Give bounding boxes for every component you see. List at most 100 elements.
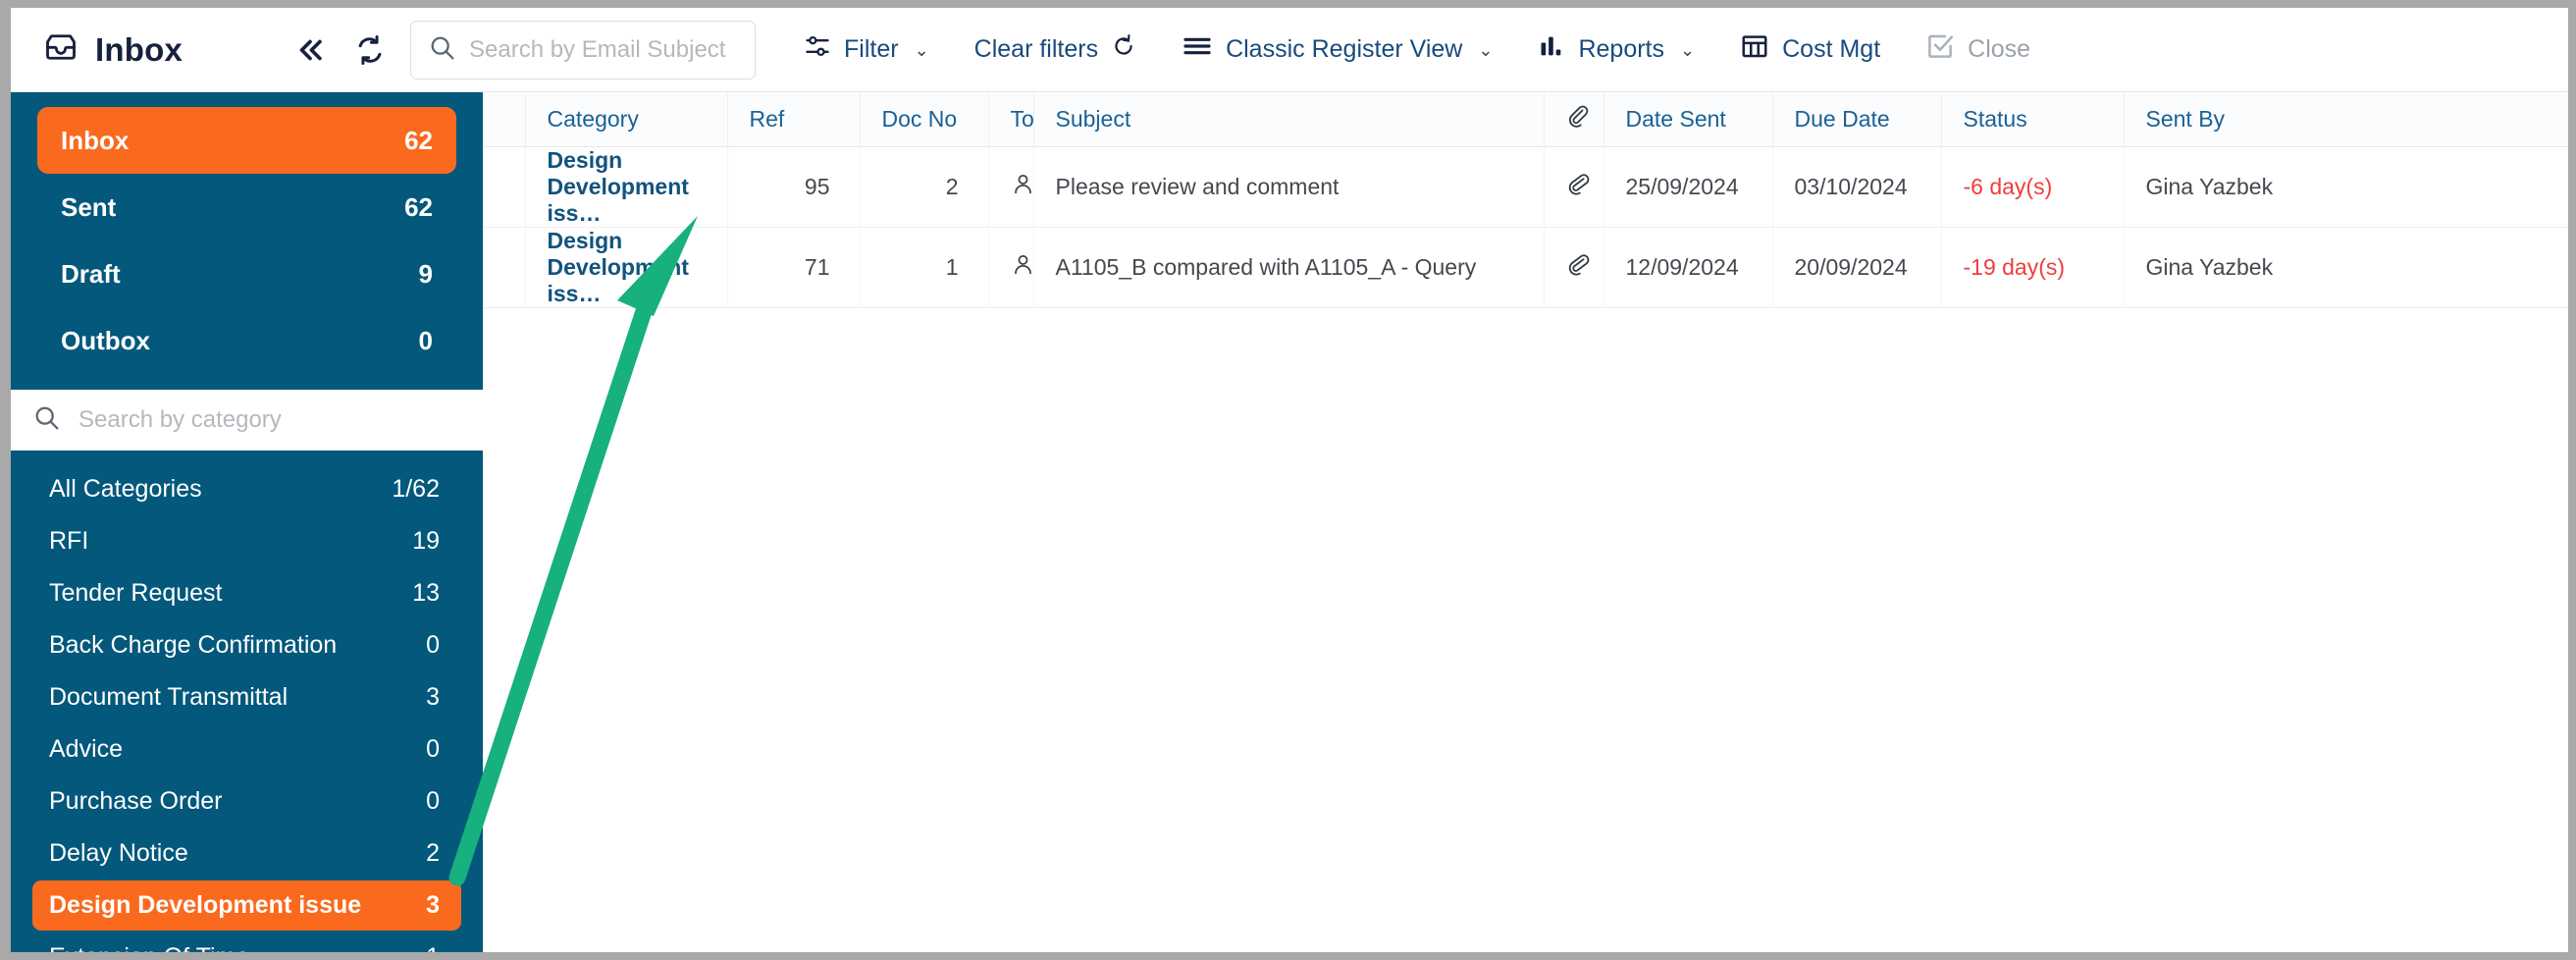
column-header-category[interactable]: Category xyxy=(525,92,728,147)
column-header-ref[interactable]: Ref xyxy=(727,92,861,147)
reports-label: Reports xyxy=(1578,35,1665,63)
search-icon xyxy=(428,33,456,67)
sidebar-folder-draft[interactable]: Draft 9 xyxy=(37,240,456,307)
sidebar-category-extension-of-time[interactable]: Extension Of Time 1 xyxy=(32,933,461,952)
chevron-down-icon: ⌄ xyxy=(1478,39,1494,60)
column-header-status[interactable]: Status xyxy=(1941,92,2125,147)
row-spacer xyxy=(484,146,526,227)
category-count: 0 xyxy=(426,735,440,763)
email-subject-search[interactable] xyxy=(410,20,756,80)
reset-circular-arrow-icon xyxy=(1111,33,1136,66)
sidebar-category-advice[interactable]: Advice 0 xyxy=(32,724,461,774)
column-header-due-date[interactable]: Due Date xyxy=(1772,92,1942,147)
sidebar-category-design-development-issue[interactable]: Design Development issue 3 xyxy=(32,880,461,931)
column-header-to[interactable]: To xyxy=(988,92,1034,147)
category-search[interactable] xyxy=(11,390,483,451)
paperclip-icon xyxy=(1564,250,1592,283)
chevron-down-icon: ⌄ xyxy=(914,39,929,60)
close-button[interactable]: Close xyxy=(1903,8,2053,91)
classic-register-view-button[interactable]: Classic Register View ⌄ xyxy=(1159,8,1515,91)
category-label: All Categories xyxy=(49,475,202,503)
category-label: Extension Of Time xyxy=(49,943,249,952)
cell-to xyxy=(988,227,1035,307)
refresh-icon[interactable] xyxy=(353,33,387,67)
reports-button[interactable]: Reports ⌄ xyxy=(1515,8,1717,91)
cell-attachment[interactable] xyxy=(1544,146,1604,227)
category-list: All Categories 1/62 RFI 19 Tender Reques… xyxy=(11,451,483,952)
search-input[interactable] xyxy=(469,35,734,64)
sidebar-category-rfi[interactable]: RFI 19 xyxy=(32,516,461,566)
hamburger-lines-icon xyxy=(1182,30,1213,69)
category-count: 13 xyxy=(412,579,440,607)
category-search-input[interactable] xyxy=(79,405,402,434)
checkbox-check-icon xyxy=(1925,31,1955,68)
column-header-subject[interactable]: Subject xyxy=(1033,92,1545,147)
table-header-row: Category Ref Doc No To Subject Date Sent… xyxy=(484,92,2568,147)
column-header-spacer xyxy=(484,92,526,147)
cell-due-date: 03/10/2024 xyxy=(1772,146,1942,227)
category-count: 3 xyxy=(426,891,440,919)
top-toolbar: Inbox Search by Email Subject Filter ⌄ C… xyxy=(11,8,2568,92)
row-spacer xyxy=(484,227,526,307)
folder-label: Outbox xyxy=(61,325,150,355)
inbox-icon xyxy=(43,29,79,70)
folder-list: Inbox 62 Sent 62 Draft 9 Outbox 0 xyxy=(11,92,483,390)
category-label: RFI xyxy=(49,527,89,555)
sidebar-category-back-charge-confirmation[interactable]: Back Charge Confirmation 0 xyxy=(32,620,461,670)
cell-doc-no: 1 xyxy=(860,227,989,307)
sidebar: Inbox 62 Sent 62 Draft 9 Outbox 0 Search… xyxy=(11,92,483,952)
sidebar-category-all-categories[interactable]: All Categories 1/62 xyxy=(32,464,461,514)
email-register-table: Category Ref Doc No To Subject Date Sent… xyxy=(484,92,2568,952)
page-title: Inbox xyxy=(95,30,183,68)
clear-filters-button[interactable]: Clear filters xyxy=(952,8,1159,91)
cell-ref: 71 xyxy=(727,227,861,307)
cell-subject: Please review and comment xyxy=(1033,146,1545,227)
sidebar-category-document-transmittal[interactable]: Document Transmittal 3 xyxy=(32,672,461,722)
cost-mgt-button[interactable]: Cost Mgt xyxy=(1717,8,1903,91)
cell-date-sent: 25/09/2024 xyxy=(1603,146,1773,227)
filter-button[interactable]: Filter ⌄ xyxy=(781,8,952,91)
cell-doc-no: 2 xyxy=(860,146,989,227)
close-label: Close xyxy=(1968,35,2031,63)
table-row[interactable]: Design Development iss… 95 2 Please revi… xyxy=(484,146,2568,227)
folder-label: Sent xyxy=(61,191,117,222)
cell-status: -6 day(s) xyxy=(1941,146,2125,227)
sidebar-category-delay-notice[interactable]: Delay Notice 2 xyxy=(32,828,461,879)
search-icon xyxy=(32,403,61,437)
category-label: Advice xyxy=(49,735,124,763)
category-count: 0 xyxy=(426,631,440,659)
sidebar-category-tender-request[interactable]: Tender Request 13 xyxy=(32,568,461,618)
table-header: Category Ref Doc No To Subject Date Sent… xyxy=(484,92,2568,147)
paperclip-icon xyxy=(1566,105,1590,133)
column-header-date-sent[interactable]: Date Sent xyxy=(1603,92,1773,147)
cell-sent-by: Gina Yazbek xyxy=(2124,227,2568,307)
category-count: 3 xyxy=(426,683,440,711)
clear-filters-label: Clear filters xyxy=(973,35,1099,63)
sidebar-folder-sent[interactable]: Sent 62 xyxy=(37,174,456,240)
folder-label: Inbox xyxy=(61,125,130,155)
sidebar-folder-inbox[interactable]: Inbox 62 xyxy=(37,107,456,174)
collapse-panel-icon[interactable] xyxy=(293,33,327,67)
column-header-sent-by[interactable]: Sent By xyxy=(2124,92,2568,147)
folder-count: 62 xyxy=(404,125,433,155)
cost-mgt-label: Cost Mgt xyxy=(1782,35,1881,63)
folder-count: 0 xyxy=(418,325,433,355)
person-icon xyxy=(1011,254,1035,282)
table-icon xyxy=(1740,31,1769,68)
category-label: Delay Notice xyxy=(49,839,188,867)
table-body: Design Development iss… 95 2 Please revi… xyxy=(484,146,2568,307)
folder-count: 9 xyxy=(418,258,433,289)
table: Category Ref Doc No To Subject Date Sent… xyxy=(484,92,2568,308)
header-icon-group xyxy=(293,33,387,67)
sidebar-folder-outbox[interactable]: Outbox 0 xyxy=(37,307,456,374)
cell-to xyxy=(988,146,1034,227)
column-header-doc-no[interactable]: Doc No xyxy=(860,92,989,147)
column-header-attachment[interactable] xyxy=(1544,92,1604,147)
cell-attachment[interactable] xyxy=(1544,227,1604,307)
category-count: 2 xyxy=(426,839,440,867)
category-label: Purchase Order xyxy=(49,787,223,815)
filter-sliders-icon xyxy=(804,32,831,67)
sidebar-category-purchase-order[interactable]: Purchase Order 0 xyxy=(32,776,461,827)
table-row[interactable]: Design Development iss… 71 1 A1105_B com… xyxy=(484,227,2568,307)
chevron-down-icon: ⌄ xyxy=(1680,39,1696,60)
